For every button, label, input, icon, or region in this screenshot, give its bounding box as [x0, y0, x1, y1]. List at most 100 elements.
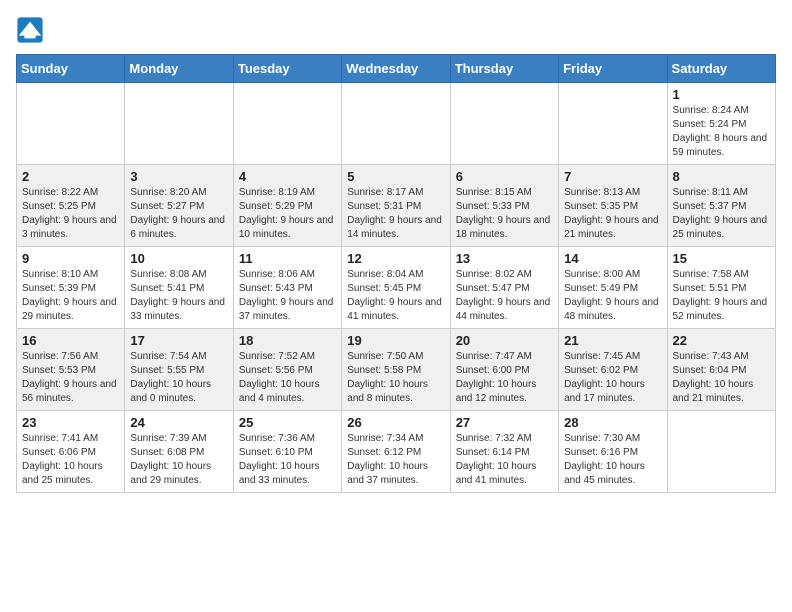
- weekday-header-monday: Monday: [125, 55, 233, 83]
- calendar-cell: 22 Sunrise: 7:43 AM Sunset: 6:04 PM Dayli…: [667, 329, 775, 411]
- calendar-week-row: 9 Sunrise: 8:10 AM Sunset: 5:39 PM Daylig…: [17, 247, 776, 329]
- calendar-cell: [450, 83, 558, 165]
- day-info: Sunrise: 8:19 AM Sunset: 5:29 PM Dayligh…: [239, 186, 336, 242]
- calendar-cell: 17 Sunrise: 7:54 AM Sunset: 5:55 PM Dayli…: [125, 329, 233, 411]
- day-info: Sunrise: 7:45 AM Sunset: 6:02 PM Dayligh…: [564, 350, 661, 406]
- day-info: Sunrise: 7:34 AM Sunset: 6:12 PM Dayligh…: [347, 432, 444, 488]
- weekday-header-saturday: Saturday: [667, 55, 775, 83]
- calendar-cell: 9 Sunrise: 8:10 AM Sunset: 5:39 PM Daylig…: [17, 247, 125, 329]
- weekday-header-sunday: Sunday: [17, 55, 125, 83]
- logo: [16, 16, 46, 44]
- day-number: 18: [239, 333, 336, 348]
- weekday-header-wednesday: Wednesday: [342, 55, 450, 83]
- calendar-cell: [342, 83, 450, 165]
- day-info: Sunrise: 7:54 AM Sunset: 5:55 PM Dayligh…: [130, 350, 227, 406]
- calendar-cell: 10 Sunrise: 8:08 AM Sunset: 5:41 PM Dayli…: [125, 247, 233, 329]
- day-info: Sunrise: 8:10 AM Sunset: 5:39 PM Dayligh…: [22, 268, 119, 324]
- calendar-cell: 11 Sunrise: 8:06 AM Sunset: 5:43 PM Dayli…: [233, 247, 341, 329]
- calendar-cell: 18 Sunrise: 7:52 AM Sunset: 5:56 PM Dayli…: [233, 329, 341, 411]
- day-number: 4: [239, 169, 336, 184]
- day-info: Sunrise: 8:24 AM Sunset: 5:24 PM Dayligh…: [673, 104, 770, 160]
- calendar-cell: 24 Sunrise: 7:39 AM Sunset: 6:08 PM Dayli…: [125, 411, 233, 493]
- day-number: 14: [564, 251, 661, 266]
- day-info: Sunrise: 7:50 AM Sunset: 5:58 PM Dayligh…: [347, 350, 444, 406]
- calendar-cell: 15Sunrise: 7:58 AM Sunset: 5:51 PM Dayli…: [667, 247, 775, 329]
- calendar-cell: 23 Sunrise: 7:41 AM Sunset: 6:06 PM Dayli…: [17, 411, 125, 493]
- day-number: 27: [456, 415, 553, 430]
- calendar-cell: 25Sunrise: 7:36 AM Sunset: 6:10 PM Dayli…: [233, 411, 341, 493]
- day-info: Sunrise: 8:04 AM Sunset: 5:45 PM Dayligh…: [347, 268, 444, 324]
- day-number: 1: [673, 87, 770, 102]
- calendar-cell: 7 Sunrise: 8:13 AM Sunset: 5:35 PM Daylig…: [559, 165, 667, 247]
- calendar-cell: 5 Sunrise: 8:17 AM Sunset: 5:31 PM Daylig…: [342, 165, 450, 247]
- day-info: Sunrise: 7:41 AM Sunset: 6:06 PM Dayligh…: [22, 432, 119, 488]
- calendar-cell: 8 Sunrise: 8:11 AM Sunset: 5:37 PM Daylig…: [667, 165, 775, 247]
- day-info: Sunrise: 8:15 AM Sunset: 5:33 PM Dayligh…: [456, 186, 553, 242]
- day-number: 9: [22, 251, 119, 266]
- day-number: 8: [673, 169, 770, 184]
- calendar-week-row: 23 Sunrise: 7:41 AM Sunset: 6:06 PM Dayli…: [17, 411, 776, 493]
- day-number: 28: [564, 415, 661, 430]
- day-number: 21: [564, 333, 661, 348]
- calendar-cell: 28 Sunrise: 7:30 AM Sunset: 6:16 PM Dayli…: [559, 411, 667, 493]
- weekday-header-friday: Friday: [559, 55, 667, 83]
- day-info: Sunrise: 7:30 AM Sunset: 6:16 PM Dayligh…: [564, 432, 661, 488]
- calendar-cell: 2 Sunrise: 8:22 AM Sunset: 5:25 PM Daylig…: [17, 165, 125, 247]
- day-number: 10: [130, 251, 227, 266]
- calendar-week-row: 2 Sunrise: 8:22 AM Sunset: 5:25 PM Daylig…: [17, 165, 776, 247]
- day-info: Sunrise: 7:32 AM Sunset: 6:14 PM Dayligh…: [456, 432, 553, 488]
- calendar-week-row: 1 Sunrise: 8:24 AM Sunset: 5:24 PM Daylig…: [17, 83, 776, 165]
- calendar-cell: [125, 83, 233, 165]
- calendar-cell: 13Sunrise: 8:02 AM Sunset: 5:47 PM Dayli…: [450, 247, 558, 329]
- calendar-cell: 26 Sunrise: 7:34 AM Sunset: 6:12 PM Dayli…: [342, 411, 450, 493]
- calendar-cell: 14 Sunrise: 8:00 AM Sunset: 5:49 PM Dayli…: [559, 247, 667, 329]
- day-number: 5: [347, 169, 444, 184]
- day-info: Sunrise: 7:47 AM Sunset: 6:00 PM Dayligh…: [456, 350, 553, 406]
- calendar-cell: 1 Sunrise: 8:24 AM Sunset: 5:24 PM Daylig…: [667, 83, 775, 165]
- day-info: Sunrise: 7:43 AM Sunset: 6:04 PM Dayligh…: [673, 350, 770, 406]
- day-number: 16: [22, 333, 119, 348]
- day-info: Sunrise: 8:17 AM Sunset: 5:31 PM Dayligh…: [347, 186, 444, 242]
- day-info: Sunrise: 8:06 AM Sunset: 5:43 PM Dayligh…: [239, 268, 336, 324]
- day-info: Sunrise: 8:11 AM Sunset: 5:37 PM Dayligh…: [673, 186, 770, 242]
- logo-icon: [16, 16, 44, 44]
- calendar-cell: 4 Sunrise: 8:19 AM Sunset: 5:29 PM Daylig…: [233, 165, 341, 247]
- day-number: 11: [239, 251, 336, 266]
- day-info: Sunrise: 8:00 AM Sunset: 5:49 PM Dayligh…: [564, 268, 661, 324]
- day-number: 6: [456, 169, 553, 184]
- calendar-cell: [17, 83, 125, 165]
- header: [16, 16, 776, 44]
- day-number: 19: [347, 333, 444, 348]
- day-info: Sunrise: 7:52 AM Sunset: 5:56 PM Dayligh…: [239, 350, 336, 406]
- calendar-cell: 27 Sunrise: 7:32 AM Sunset: 6:14 PM Dayli…: [450, 411, 558, 493]
- calendar-cell: 3 Sunrise: 8:20 AM Sunset: 5:27 PM Daylig…: [125, 165, 233, 247]
- calendar-cell: [667, 411, 775, 493]
- day-number: 22: [673, 333, 770, 348]
- day-number: 7: [564, 169, 661, 184]
- calendar-cell: 21 Sunrise: 7:45 AM Sunset: 6:02 PM Dayli…: [559, 329, 667, 411]
- day-number: 26: [347, 415, 444, 430]
- weekday-header-thursday: Thursday: [450, 55, 558, 83]
- calendar-cell: 6 Sunrise: 8:15 AM Sunset: 5:33 PM Daylig…: [450, 165, 558, 247]
- calendar-table: SundayMondayTuesdayWednesdayThursdayFrid…: [16, 54, 776, 493]
- day-number: 23: [22, 415, 119, 430]
- day-number: 12: [347, 251, 444, 266]
- day-info: Sunrise: 7:39 AM Sunset: 6:08 PM Dayligh…: [130, 432, 227, 488]
- day-info: Sunrise: 8:20 AM Sunset: 5:27 PM Dayligh…: [130, 186, 227, 242]
- calendar-cell: 20 Sunrise: 7:47 AM Sunset: 6:00 PM Dayli…: [450, 329, 558, 411]
- day-info: Sunrise: 8:13 AM Sunset: 5:35 PM Dayligh…: [564, 186, 661, 242]
- day-info: Sunrise: 7:36 AM Sunset: 6:10 PM Dayligh…: [239, 432, 336, 488]
- calendar-cell: 12 Sunrise: 8:04 AM Sunset: 5:45 PM Dayli…: [342, 247, 450, 329]
- day-info: Sunrise: 8:02 AM Sunset: 5:47 PM Dayligh…: [456, 268, 553, 324]
- calendar-week-row: 16Sunrise: 7:56 AM Sunset: 5:53 PM Dayli…: [17, 329, 776, 411]
- day-info: Sunrise: 8:22 AM Sunset: 5:25 PM Dayligh…: [22, 186, 119, 242]
- calendar-cell: 16Sunrise: 7:56 AM Sunset: 5:53 PM Dayli…: [17, 329, 125, 411]
- weekday-header-tuesday: Tuesday: [233, 55, 341, 83]
- day-number: 3: [130, 169, 227, 184]
- day-number: 17: [130, 333, 227, 348]
- day-number: 24: [130, 415, 227, 430]
- day-info: Sunrise: 8:08 AM Sunset: 5:41 PM Dayligh…: [130, 268, 227, 324]
- day-number: 2: [22, 169, 119, 184]
- day-number: 20: [456, 333, 553, 348]
- day-info: Sunrise: 7:58 AM Sunset: 5:51 PM Dayligh…: [673, 268, 770, 324]
